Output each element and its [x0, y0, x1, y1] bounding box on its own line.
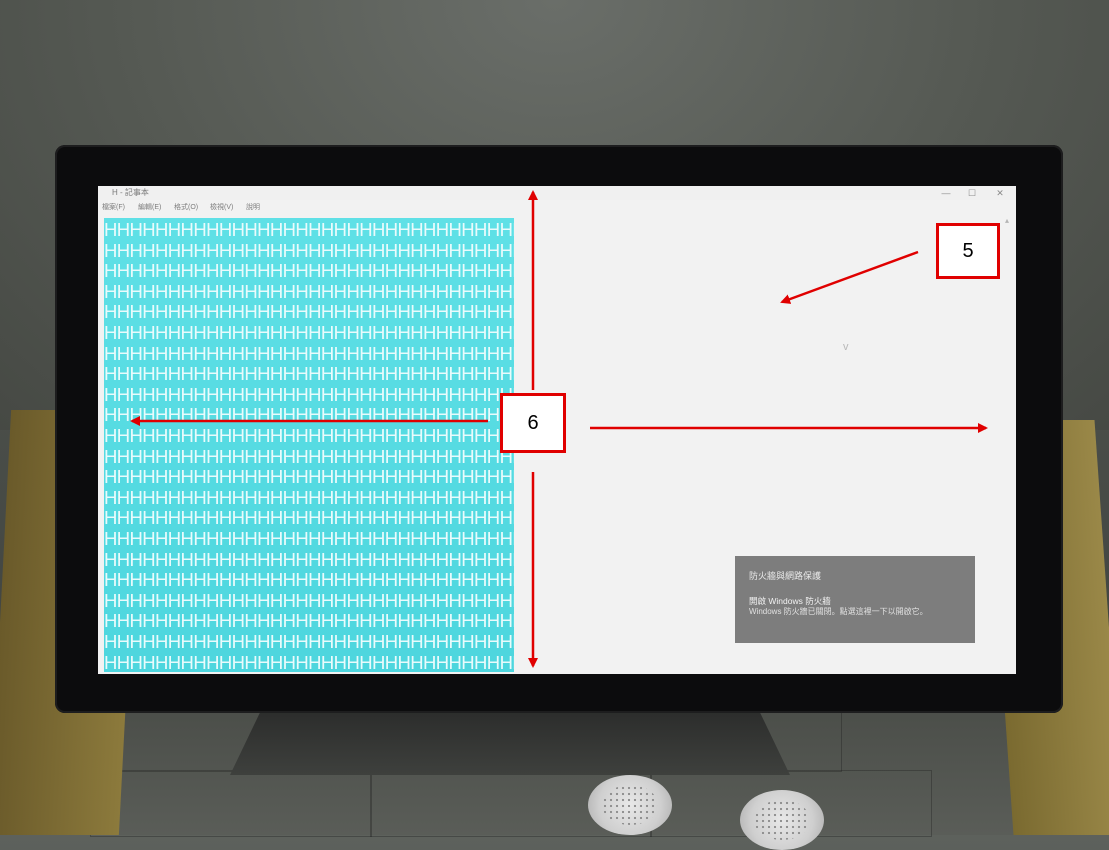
callout-label-5: 5 [936, 223, 1000, 279]
callout-label-6: 6 [500, 393, 566, 453]
arrow-to-screen [780, 250, 919, 304]
